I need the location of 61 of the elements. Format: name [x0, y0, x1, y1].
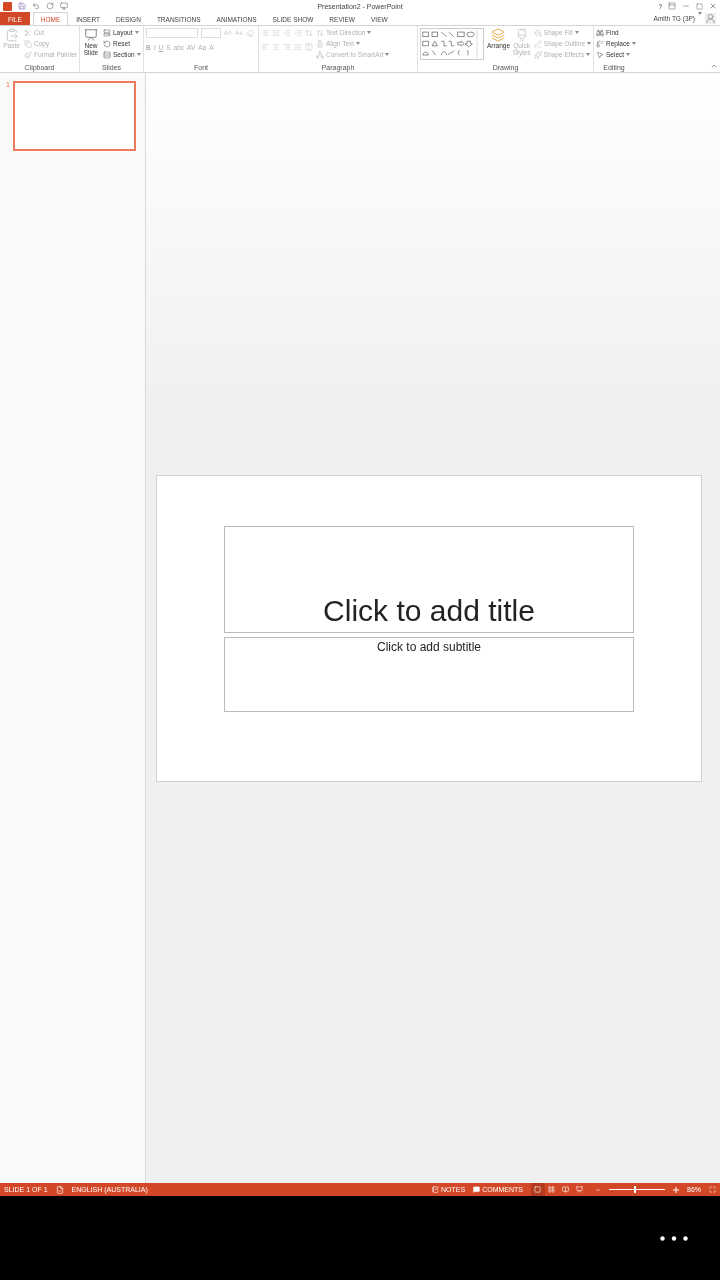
- caret-icon: [385, 53, 390, 56]
- notes-icon: [432, 1186, 439, 1193]
- subtitle-placeholder[interactable]: Click to add subtitle: [224, 636, 634, 712]
- section-icon[interactable]: [103, 50, 111, 59]
- align-right-icon[interactable]: [283, 43, 291, 51]
- reset-icon[interactable]: [103, 39, 111, 48]
- increase-indent-icon[interactable]: [294, 29, 302, 37]
- more-options-icon[interactable]: [660, 1235, 688, 1241]
- zoom-in-icon[interactable]: [673, 1186, 679, 1193]
- replace-icon[interactable]: [596, 39, 604, 48]
- book-icon: [562, 1186, 570, 1193]
- caret-icon: [586, 53, 591, 56]
- grow-font-icon[interactable]: [224, 29, 232, 37]
- save-icon[interactable]: [18, 2, 26, 10]
- arrange-icon[interactable]: [491, 28, 506, 42]
- fit-to-window-icon[interactable]: [709, 1186, 716, 1193]
- collapse-ribbon-icon[interactable]: [710, 62, 718, 70]
- ribbon-options-icon[interactable]: [668, 2, 676, 10]
- slide-icon[interactable]: [84, 28, 98, 42]
- numbering-icon[interactable]: [272, 29, 280, 37]
- zoom-thumb[interactable]: [634, 1186, 637, 1193]
- caret-icon: [356, 42, 361, 45]
- decrease-indent-icon[interactable]: [283, 29, 291, 37]
- normal-view-icon: [534, 1186, 542, 1193]
- comment-icon: [473, 1186, 481, 1193]
- grid-icon: [548, 1186, 556, 1193]
- columns-icon[interactable]: [305, 43, 313, 51]
- find-icon[interactable]: [596, 28, 604, 37]
- justify-icon[interactable]: [294, 43, 302, 51]
- close-icon[interactable]: [709, 2, 717, 10]
- caret-icon: [136, 53, 141, 56]
- avatar-icon[interactable]: [705, 13, 716, 24]
- layout-icon[interactable]: [103, 28, 111, 37]
- shrink-font-icon[interactable]: [235, 29, 243, 37]
- projector-screen-icon: [576, 1186, 584, 1193]
- spelling-icon[interactable]: [55, 1185, 64, 1194]
- align-left-icon[interactable]: [261, 43, 269, 51]
- bullets-icon[interactable]: [261, 29, 269, 37]
- title-placeholder[interactable]: Click to add title: [224, 525, 634, 633]
- font-size-field[interactable]: [201, 28, 221, 38]
- presentation-icon[interactable]: [60, 2, 68, 10]
- undo-icon[interactable]: [32, 2, 40, 10]
- shapes-gallery-drawing[interactable]: [420, 28, 485, 60]
- caret-icon: [631, 42, 636, 45]
- zoom-out-icon[interactable]: [595, 1186, 601, 1193]
- font-name-field[interactable]: [146, 28, 198, 38]
- restore-icon[interactable]: [696, 2, 703, 10]
- caret-icon: [587, 42, 591, 45]
- normal-view-button[interactable]: [531, 1183, 545, 1196]
- slide-thumbnail[interactable]: [12, 81, 136, 151]
- app-logo-icon: [3, 1, 12, 11]
- caret-icon: [134, 31, 139, 34]
- align-center-icon[interactable]: [272, 43, 280, 51]
- clear-formatting-icon[interactable]: [246, 29, 254, 37]
- minimize-icon[interactable]: [682, 2, 690, 10]
- caret-icon: [574, 31, 579, 34]
- line-spacing-icon[interactable]: [305, 29, 313, 37]
- caret-icon: [367, 31, 372, 34]
- select-icon[interactable]: [596, 50, 604, 59]
- caret-icon: [626, 53, 631, 56]
- redo-icon[interactable]: [46, 2, 54, 10]
